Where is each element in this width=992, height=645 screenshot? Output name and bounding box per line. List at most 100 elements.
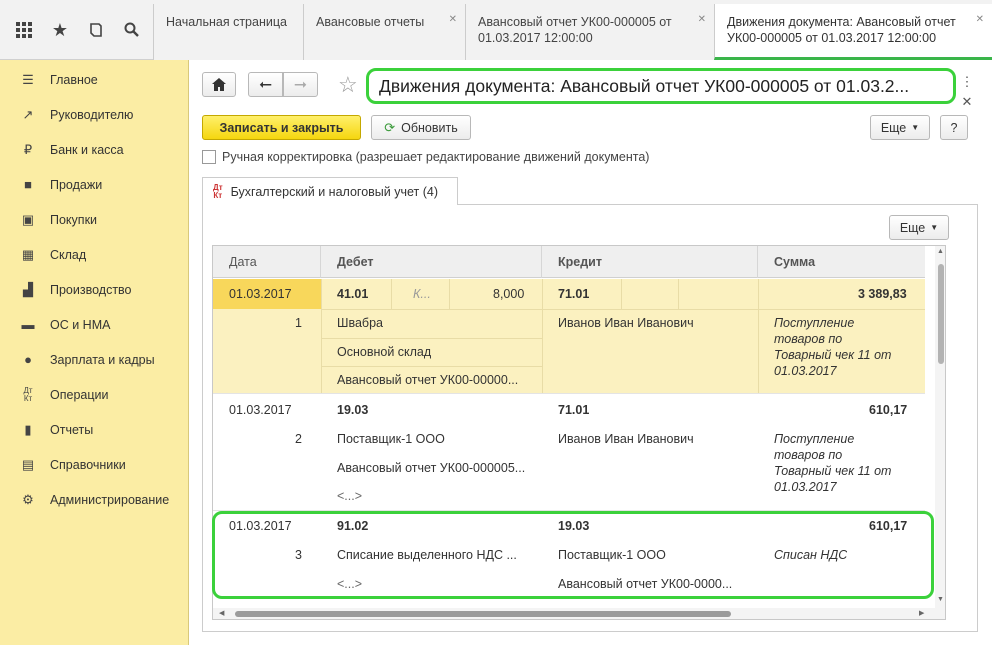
scroll-thumb[interactable] — [938, 264, 944, 364]
menu-icon: ☰ — [22, 71, 34, 87]
horizontal-scrollbar[interactable]: ◀ ▶ — [213, 608, 935, 619]
sidebar-item-main[interactable]: ☰ Главное — [0, 62, 188, 97]
sidebar-item-references[interactable]: ▤ Справочники — [0, 447, 188, 482]
cart-icon: ▣ — [21, 211, 35, 227]
sidebar-item-fixed-assets[interactable]: ▬ ОС и НМА — [0, 307, 188, 342]
content-cell: Товарный чек 11 от — [774, 464, 892, 478]
button-label: Еще — [899, 220, 926, 235]
button-label: ? — [950, 120, 958, 135]
sidebar: ☰ Главное ↗ Руководителю ₽ Банк и касса ■ Пр… — [0, 60, 189, 645]
factory-icon: ▟ — [23, 281, 33, 297]
trend-icon: ↗ — [22, 106, 34, 122]
scroll-up-icon[interactable]: ▲ — [937, 248, 944, 255]
apps-grid-icon[interactable] — [8, 14, 40, 46]
debit-subconto-cell: Поставщик-1 ООО — [337, 432, 445, 446]
top-toolbar: ★ — [0, 0, 152, 60]
column-header-credit[interactable]: Кредит — [542, 246, 758, 278]
close-icon[interactable]: ✕ — [698, 12, 706, 28]
tab-advance-report[interactable]: Авансовый отчет УК00-000005 от 01.03.201… — [465, 4, 714, 60]
highlight-frame — [212, 511, 934, 599]
sidebar-item-manager[interactable]: ↗ Руководителю — [0, 97, 188, 132]
sidebar-item-operations[interactable]: Дт Кт Операции — [0, 377, 188, 412]
debit-subconto-cell: Авансовый отчет УК00-000005... — [337, 461, 526, 475]
amount-cell: 3 389,83 — [858, 287, 907, 301]
table-header: Дата Дебет Кредит Сумма — [213, 246, 925, 278]
tab-label: Бухгалтерский и налоговый учет (4) — [230, 184, 439, 199]
scroll-left-icon[interactable]: ◀ — [219, 609, 224, 617]
people-icon: ● — [24, 352, 32, 367]
table-more-button[interactable]: Еще ▼ — [889, 215, 949, 240]
amount-cell: 610,17 — [869, 403, 908, 417]
content-cell: товаров по — [774, 448, 843, 462]
home-button[interactable] — [202, 72, 236, 97]
sidebar-item-label: Продажи — [50, 177, 103, 192]
top-bar: ★ Начальная страница Авансовые отчеты ✕ … — [0, 0, 992, 60]
credit-account-cell: 71.01 — [558, 403, 590, 417]
vertical-scrollbar[interactable]: ▲ ▼ — [935, 246, 945, 619]
window-controls: ⋮ ✕ — [960, 72, 974, 112]
sidebar-item-admin[interactable]: ⚙ Администрирование — [0, 482, 188, 517]
date-cell: 01.03.2017 — [229, 287, 292, 301]
gear-icon: ⚙ — [22, 491, 34, 507]
sidebar-item-warehouse[interactable]: ▦ Склад — [0, 237, 188, 272]
tab-label: Движения документа: Авансовый отчет УК00… — [727, 15, 956, 45]
page-title-text: Движения документа: Авансовый отчет УК00… — [379, 75, 910, 96]
sidebar-item-label: Производство — [50, 282, 132, 297]
close-icon[interactable]: ✕ — [960, 92, 974, 112]
scroll-down-icon[interactable]: ▼ — [937, 596, 944, 603]
back-button[interactable]: ⭠ — [248, 72, 283, 97]
tab-home[interactable]: Начальная страница — [153, 4, 303, 60]
forward-button[interactable]: ⭢ — [283, 72, 318, 97]
manual-edit-checkbox[interactable] — [202, 150, 216, 164]
tab-accounting-register[interactable]: Дт Кт Бухгалтерский и налоговый учет (4) — [202, 177, 458, 205]
search-icon[interactable] — [116, 14, 148, 46]
sidebar-item-label: Отчеты — [50, 422, 94, 437]
column-header-amount[interactable]: Сумма — [758, 246, 925, 278]
more-vert-icon[interactable]: ⋮ — [960, 72, 974, 92]
close-icon[interactable]: ✕ — [449, 12, 457, 28]
arrow-right-icon: ⭢ — [294, 75, 307, 93]
chevron-down-icon: ▼ — [930, 223, 939, 232]
manual-edit-label: Ручная корректировка (разрешает редактир… — [222, 150, 650, 164]
column-header-date[interactable]: Дата — [213, 246, 321, 278]
sidebar-item-label: Покупки — [50, 212, 98, 227]
sidebar-item-label: ОС и НМА — [50, 317, 111, 332]
row-number-cell: 2 — [295, 432, 302, 446]
sidebar-item-label: Администрирование — [50, 492, 170, 507]
save-close-button[interactable]: Записать и закрыть — [202, 115, 361, 140]
ruble-icon: ₽ — [23, 141, 33, 157]
favorite-star-icon[interactable]: ☆ — [338, 72, 358, 98]
tab-document-movements[interactable]: Движения документа: Авансовый отчет УК00… — [714, 4, 992, 60]
row-number-cell: 1 — [295, 316, 302, 330]
page-title: Движения документа: Авансовый отчет УК00… — [366, 68, 956, 104]
sidebar-item-purchases[interactable]: ▣ Покупки — [0, 202, 188, 237]
refresh-icon: ⟳ — [384, 119, 396, 135]
content-cell: Поступление — [774, 432, 855, 446]
button-label: Еще — [880, 120, 907, 135]
tab-label: Начальная страница — [166, 15, 287, 29]
warehouse-icon: ▦ — [21, 246, 35, 262]
credit-account-cell: 71.01 — [558, 287, 590, 301]
sidebar-item-reports[interactable]: ▮ Отчеты — [0, 412, 188, 447]
sidebar-item-production[interactable]: ▟ Производство — [0, 272, 188, 307]
favorites-star-icon[interactable]: ★ — [44, 14, 76, 46]
tab-advance-reports[interactable]: Авансовые отчеты ✕ — [303, 4, 465, 60]
debit-quantity-cell: 8,000 — [493, 287, 525, 301]
sidebar-item-salary[interactable]: ● Зарплата и кадры — [0, 342, 188, 377]
more-button[interactable]: Еще ▼ — [870, 115, 930, 140]
sidebar-item-label: Главное — [50, 72, 98, 87]
scroll-thumb[interactable] — [235, 611, 731, 617]
close-icon[interactable]: ✕ — [976, 12, 984, 28]
sidebar-item-label: Справочники — [50, 457, 126, 472]
content-cell: товаров по — [774, 332, 843, 346]
sidebar-item-sales[interactable]: ■ Продажи — [0, 167, 188, 202]
debit-subconto-cell: Швабра — [337, 316, 383, 330]
column-header-debit[interactable]: Дебет — [321, 246, 542, 278]
tab-label: Авансовые отчеты — [316, 15, 425, 29]
scroll-right-icon[interactable]: ▶ — [919, 609, 924, 617]
refresh-button[interactable]: ⟳ Обновить — [371, 115, 471, 140]
dt-kt-icon: Дт Кт — [23, 385, 33, 403]
history-icon[interactable] — [80, 14, 112, 46]
help-button[interactable]: ? — [940, 115, 968, 140]
sidebar-item-bank[interactable]: ₽ Банк и касса — [0, 132, 188, 167]
